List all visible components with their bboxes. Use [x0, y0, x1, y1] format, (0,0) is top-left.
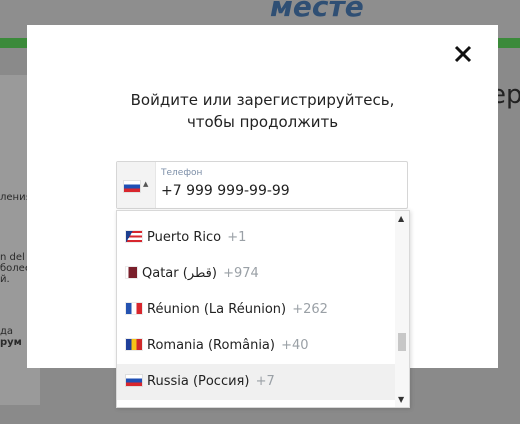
phone-field: ▲ Телефон [116, 161, 408, 209]
scrollbar-thumb[interactable] [398, 333, 406, 351]
puerto-rico-flag-icon [126, 231, 142, 242]
scroll-up-icon[interactable]: ▲ [398, 214, 404, 223]
close-button[interactable] [452, 43, 474, 65]
russia-flag-icon [126, 375, 142, 386]
romania-flag-icon [126, 339, 142, 350]
dial-code: +40 [281, 338, 309, 353]
dropdown-scrollbar[interactable]: ▲ ▼ [395, 211, 409, 407]
background-text-snippet: рум [0, 337, 22, 348]
country-name: Romania (România) [147, 338, 275, 353]
country-name: Réunion (La Réunion) [147, 302, 287, 317]
qatar-flag-icon [126, 267, 137, 278]
dial-code: +262 [292, 302, 328, 317]
dial-code: +1 [227, 230, 247, 245]
dial-code: +974 [223, 266, 259, 281]
country-option-romania[interactable]: Romania (România) +40 [117, 328, 397, 364]
close-icon [454, 45, 472, 63]
country-option-puerto-rico[interactable]: Puerto Rico +1 [117, 220, 397, 256]
phone-input[interactable] [161, 181, 396, 201]
country-selector[interactable]: ▲ [117, 162, 156, 208]
background-text-snippet: й. [0, 274, 10, 285]
chevron-up-icon: ▲ [143, 180, 149, 188]
country-option-reunion[interactable]: Réunion (La Réunion) +262 [117, 292, 397, 328]
country-name: Puerto Rico [147, 230, 222, 245]
country-name: Qatar (قطر) [142, 266, 217, 281]
banner-title: месте [270, 0, 364, 23]
country-name: Russia (Россия) [147, 374, 250, 389]
dial-code: +7 [255, 374, 275, 389]
scroll-down-icon[interactable]: ▼ [398, 395, 404, 404]
country-dropdown: Puerto Rico +1 Qatar (قطر) +974 Réunion … [116, 210, 410, 408]
russia-flag-icon [124, 181, 140, 192]
country-option-russia[interactable]: Russia (Россия) +7 [117, 364, 397, 400]
background-text-snippet: n del [0, 252, 25, 263]
modal-title: Войдите или зарегистрируйтесь, чтобы про… [130, 91, 395, 131]
country-option-qatar[interactable]: Qatar (قطر) +974 [117, 256, 397, 292]
background-text-snippet: да [0, 326, 14, 337]
phone-label: Телефон [161, 168, 203, 178]
reunion-flag-icon [126, 303, 142, 314]
